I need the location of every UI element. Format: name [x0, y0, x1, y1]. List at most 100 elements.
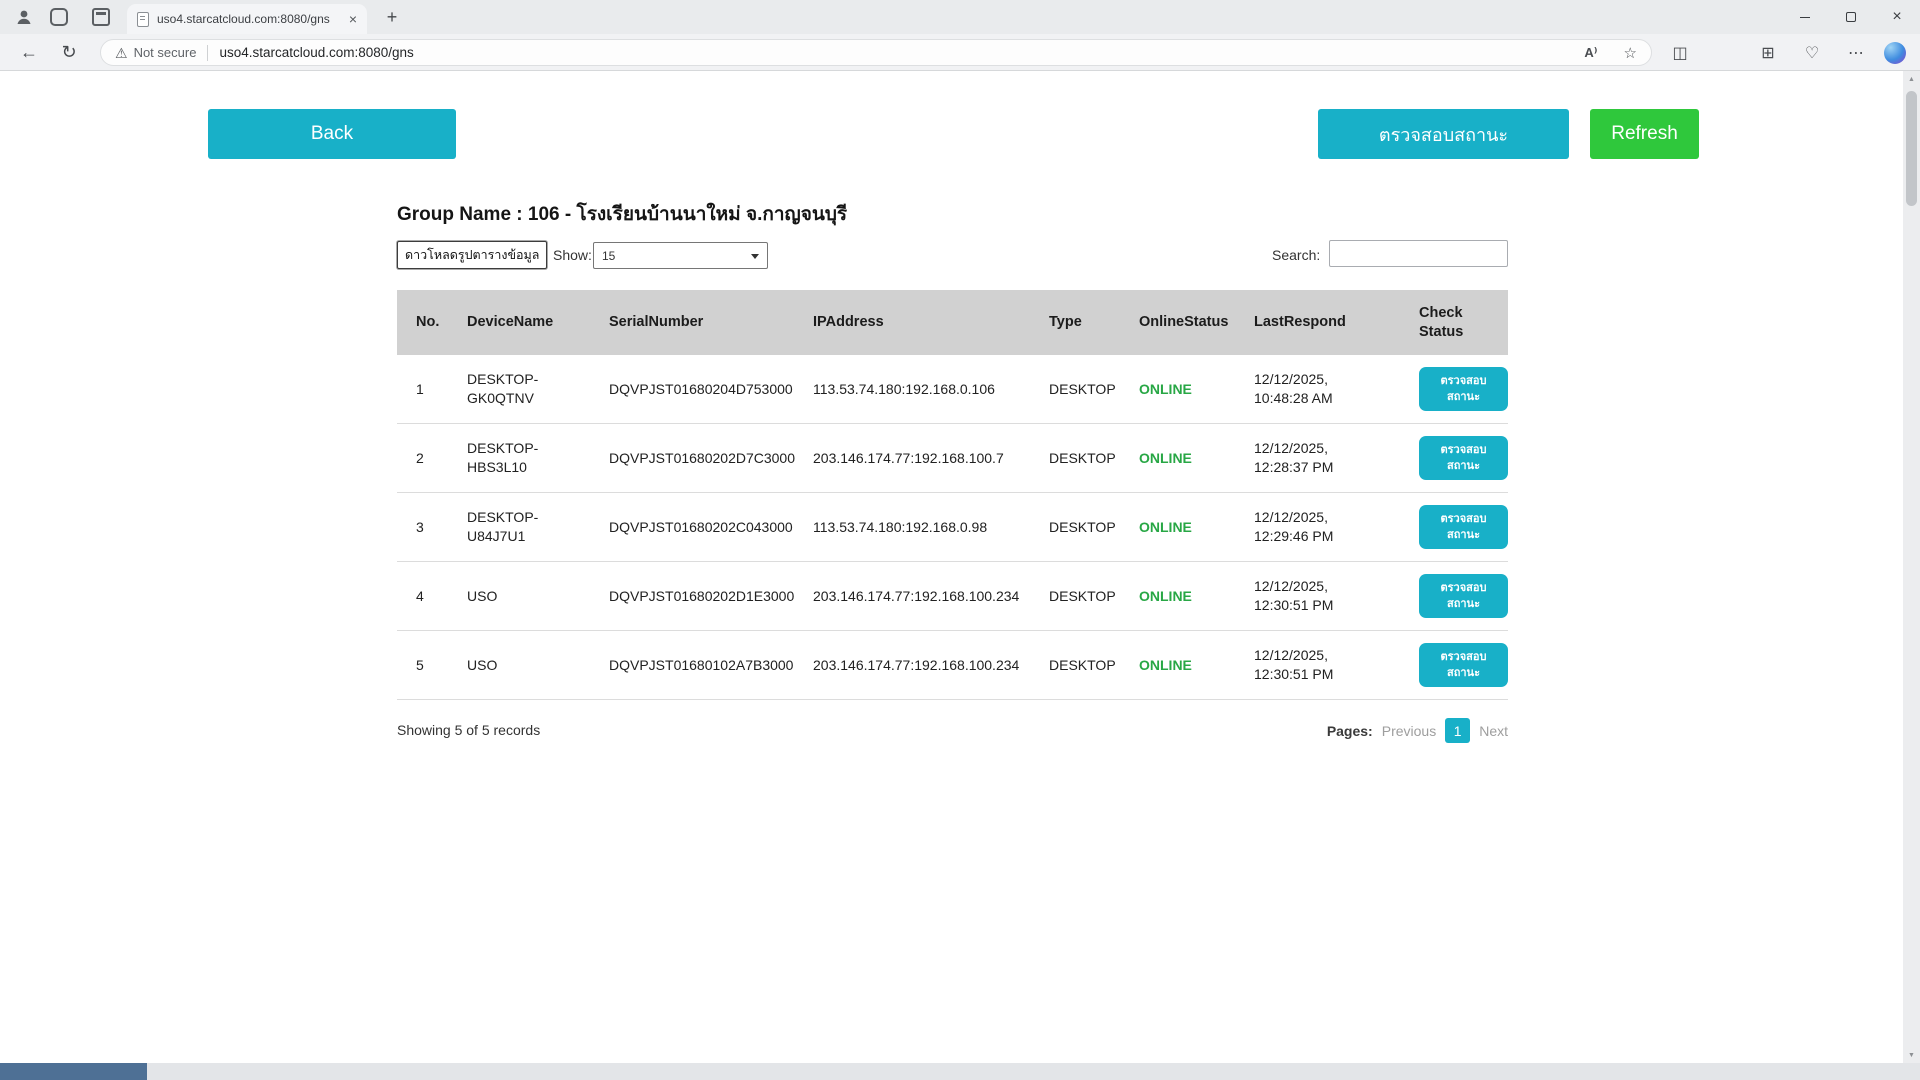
cell-device-name: DESKTOP-U84J7U1	[467, 508, 609, 546]
show-label: Show:	[553, 247, 592, 263]
cell-check-status: ตรวจสอบ สถานะ	[1419, 505, 1508, 549]
scroll-up-icon[interactable]: ▲	[1903, 71, 1920, 87]
scrollbar-thumb[interactable]	[1906, 91, 1917, 206]
maximize-button[interactable]	[1828, 0, 1874, 34]
back-navigation-icon[interactable]: ←	[14, 34, 44, 71]
vertical-scrollbar[interactable]: ▲ ▼	[1903, 71, 1920, 1063]
col-header-serialnumber: SerialNumber	[609, 313, 813, 331]
search-input[interactable]	[1329, 240, 1508, 267]
row-check-status-line1: ตรวจสอบ	[1441, 649, 1487, 666]
cell-online-status: ONLINE	[1139, 450, 1254, 466]
row-check-status-line2: สถานะ	[1447, 665, 1480, 682]
row-check-status-line1: ตรวจสอบ	[1441, 580, 1487, 597]
show-entries-select[interactable]: 15	[593, 242, 768, 269]
device-table: No. DeviceName SerialNumber IPAddress Ty…	[397, 290, 1508, 700]
current-page-button[interactable]: 1	[1445, 718, 1470, 743]
cell-online-status: ONLINE	[1139, 657, 1254, 673]
tab-close-icon[interactable]: ×	[349, 11, 357, 27]
cell-serial-number: DQVPJST01680202C043000	[609, 519, 813, 535]
cell-last-respond: 12/12/2025, 10:48:28 AM	[1254, 370, 1419, 408]
copilot-icon[interactable]	[1884, 42, 1906, 64]
page-content: Back ตรวจสอบสถานะ Refresh Group Name : 1…	[0, 71, 1903, 1063]
tab-actions-icon[interactable]	[92, 8, 110, 26]
pagination: Pages: Previous 1 Next	[1327, 718, 1508, 743]
group-name-title: Group Name : 106 - โรงเรียนบ้านนาใหม่ จ.…	[397, 199, 847, 229]
row-check-status-line2: สถานะ	[1447, 389, 1480, 406]
cell-check-status: ตรวจสอบ สถานะ	[1419, 643, 1508, 687]
cell-serial-number: DQVPJST01680202D7C3000	[609, 450, 813, 466]
maximize-icon	[1846, 12, 1856, 22]
pages-label: Pages:	[1327, 723, 1373, 739]
back-button[interactable]: Back	[208, 109, 456, 159]
row-check-status-line2: สถานะ	[1447, 458, 1480, 475]
address-divider	[207, 45, 208, 61]
cell-device-name: DESKTOP-HBS3L10	[467, 439, 609, 477]
download-table-button[interactable]: ดาวโหลดรูปตารางข้อมูล	[397, 241, 547, 269]
col-header-no: No.	[416, 313, 467, 331]
refresh-navigation-icon[interactable]: ↻	[54, 34, 84, 71]
table-row: 3 DESKTOP-U84J7U1 DQVPJST01680202C043000…	[397, 493, 1508, 562]
cell-last-respond: 12/12/2025, 12:30:51 PM	[1254, 646, 1419, 684]
browser-titlebar: uso4.starcatcloud.com:8080/gns × + ×	[0, 0, 1920, 34]
refresh-button[interactable]: Refresh	[1590, 109, 1699, 159]
cell-online-status: ONLINE	[1139, 519, 1254, 535]
table-row: 4 USO DQVPJST01680202D1E3000 203.146.174…	[397, 562, 1508, 631]
cell-device-name: USO	[467, 587, 609, 606]
address-bar[interactable]: ⚠ Not secure uso4.starcatcloud.com:8080/…	[100, 39, 1652, 66]
browser-essentials-icon[interactable]: ♡	[1796, 34, 1828, 71]
row-check-status-button[interactable]: ตรวจสอบ สถานะ	[1419, 643, 1508, 687]
records-summary: Showing 5 of 5 records	[397, 722, 540, 738]
row-check-status-line2: สถานะ	[1447, 527, 1480, 544]
next-page-button[interactable]: Next	[1479, 723, 1508, 739]
window-controls: ×	[1782, 0, 1920, 34]
close-window-button[interactable]: ×	[1874, 0, 1920, 34]
cell-type: DESKTOP	[1049, 519, 1139, 535]
previous-page-button[interactable]: Previous	[1382, 723, 1436, 739]
cell-type: DESKTOP	[1049, 381, 1139, 397]
cell-last-respond: 12/12/2025, 12:28:37 PM	[1254, 439, 1419, 477]
table-row: 5 USO DQVPJST01680102A7B3000 203.146.174…	[397, 631, 1508, 700]
cell-device-name: USO	[467, 656, 609, 675]
cell-no: 3	[416, 519, 467, 535]
cell-ip-address: 203.146.174.77:192.168.100.234	[813, 588, 1049, 604]
settings-more-icon[interactable]: ⋯	[1840, 34, 1872, 71]
cell-check-status: ตรวจสอบ สถานะ	[1419, 436, 1508, 480]
search-label: Search:	[1272, 247, 1320, 263]
col-header-devicename: DeviceName	[467, 313, 609, 331]
row-check-status-button[interactable]: ตรวจสอบ สถานะ	[1419, 505, 1508, 549]
not-secure-label: Not secure	[134, 45, 197, 60]
row-check-status-button[interactable]: ตรวจสอบ สถานะ	[1419, 367, 1508, 411]
workspaces-icon[interactable]	[50, 8, 68, 26]
scroll-down-icon[interactable]: ▼	[1903, 1047, 1920, 1063]
read-aloud-icon[interactable]: A⁾	[1584, 45, 1597, 61]
col-header-checkstatus: Check Status	[1419, 304, 1508, 340]
taskbar-fragment	[0, 1063, 147, 1080]
row-check-status-line2: สถานะ	[1447, 596, 1480, 613]
minimize-button[interactable]	[1782, 0, 1828, 34]
browser-tab[interactable]: uso4.starcatcloud.com:8080/gns ×	[127, 4, 367, 34]
cell-type: DESKTOP	[1049, 588, 1139, 604]
browser-toolbar: ← ↻ ⚠ Not secure uso4.starcatcloud.com:8…	[0, 34, 1920, 71]
split-screen-icon[interactable]: ◫	[1664, 34, 1696, 71]
address-url: uso4.starcatcloud.com:8080/gns	[219, 45, 1558, 60]
row-check-status-button[interactable]: ตรวจสอบ สถานะ	[1419, 574, 1508, 618]
row-check-status-line1: ตรวจสอบ	[1441, 442, 1487, 459]
col-header-type: Type	[1049, 313, 1139, 331]
not-secure-warning-icon: ⚠	[115, 46, 128, 60]
cell-no: 1	[416, 381, 467, 397]
cell-ip-address: 203.146.174.77:192.168.100.7	[813, 450, 1049, 466]
cell-online-status: ONLINE	[1139, 588, 1254, 604]
collections-icon[interactable]: ⊞	[1752, 34, 1784, 71]
show-entries-value: 15	[602, 249, 615, 263]
cell-ip-address: 113.53.74.180:192.168.0.98	[813, 519, 1049, 535]
new-tab-button[interactable]: +	[381, 6, 403, 28]
profile-avatar-icon[interactable]	[12, 5, 36, 29]
cell-no: 2	[416, 450, 467, 466]
cell-serial-number: DQVPJST01680202D1E3000	[609, 588, 813, 604]
check-status-all-button[interactable]: ตรวจสอบสถานะ	[1318, 109, 1569, 159]
cell-device-name: DESKTOP-GK0QTNV	[467, 370, 609, 408]
cell-last-respond: 12/12/2025, 12:30:51 PM	[1254, 577, 1419, 615]
favorites-star-icon[interactable]: ☆	[1624, 44, 1637, 62]
table-header-row: No. DeviceName SerialNumber IPAddress Ty…	[397, 290, 1508, 355]
row-check-status-button[interactable]: ตรวจสอบ สถานะ	[1419, 436, 1508, 480]
